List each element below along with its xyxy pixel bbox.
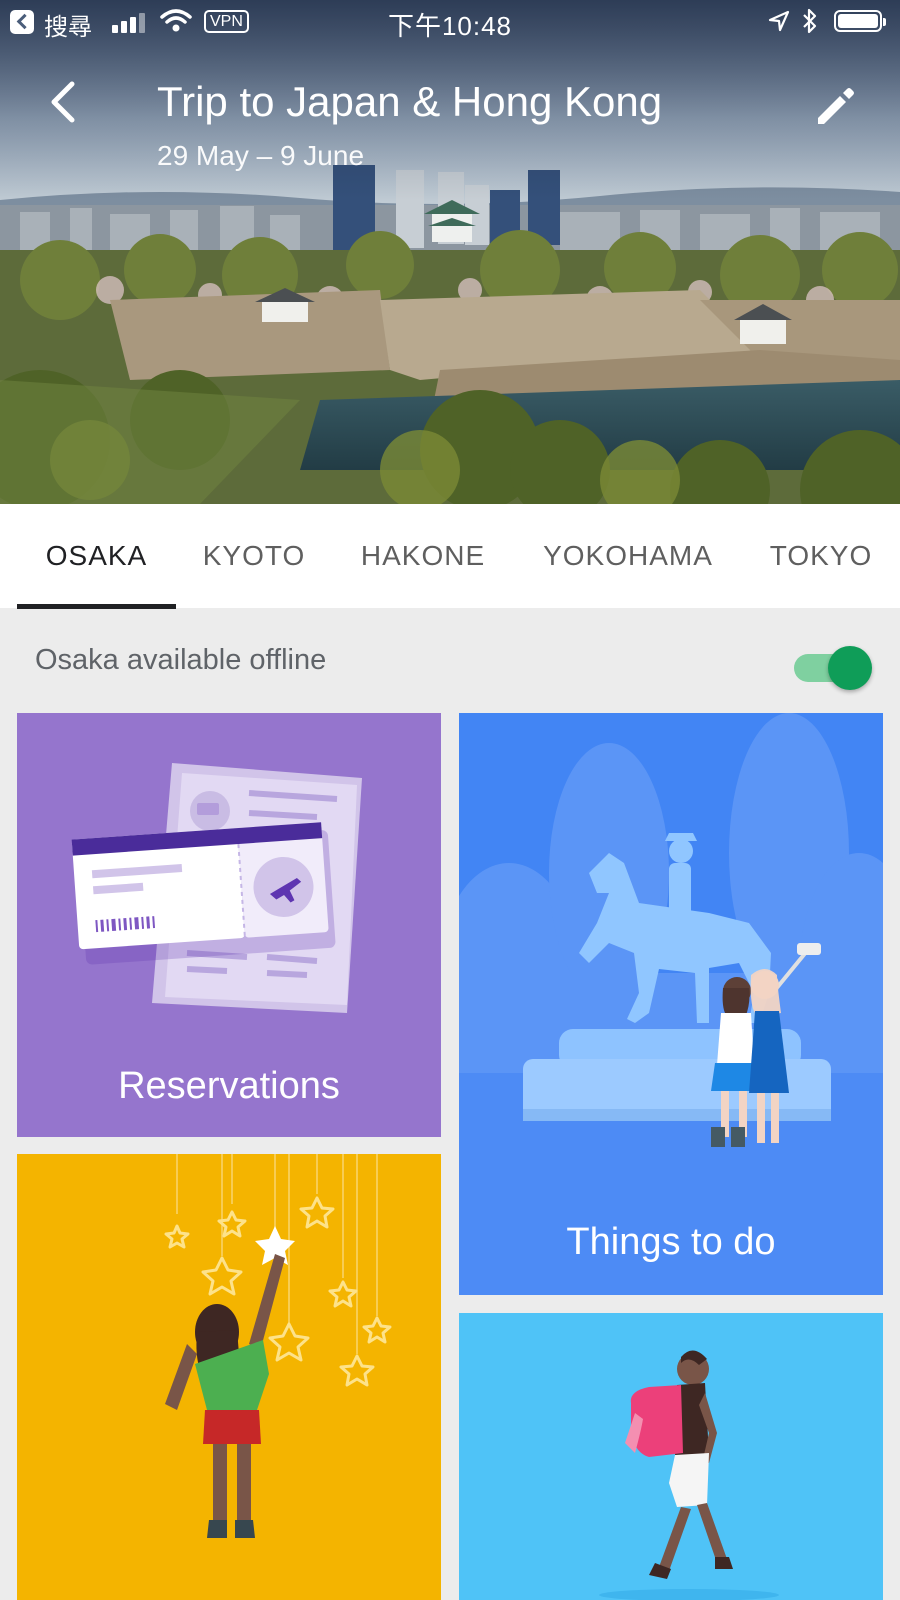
edit-pencil-icon[interactable] (812, 82, 860, 130)
things-to-do-label: Things to do (566, 1221, 776, 1263)
tab-hakone[interactable]: HAKONE (342, 504, 504, 608)
location-arrow-icon (768, 10, 790, 32)
bluetooth-icon (803, 8, 817, 34)
battery-icon (834, 10, 886, 32)
tab-tokyo[interactable]: TOKYO (754, 504, 888, 608)
statue-selfie-illustration (459, 713, 883, 1295)
star-reaching-illustration (164, 1154, 392, 1538)
tab-osaka[interactable]: OSAKA (17, 504, 176, 608)
back-arrow-icon[interactable] (44, 80, 84, 124)
city-tabs: OSAKA KYOTO HAKONE YOKOHAMA TOKYO (0, 504, 900, 609)
offline-label: Osaka available offline (35, 644, 327, 676)
backpacker-illustration (599, 1350, 779, 1600)
reservations-card[interactable]: Reservations (17, 713, 441, 1137)
saved-places-card[interactable] (17, 1154, 441, 1600)
things-to-do-card[interactable]: Things to do (459, 713, 883, 1295)
reservations-label: Reservations (118, 1065, 340, 1107)
status-time: 下午10:48 (387, 11, 513, 41)
trip-hero-header: 搜尋 VPN 下午10:48 Trip to Japan & Hong Kong… (0, 0, 900, 504)
tab-yokohama[interactable]: YOKOHAMA (522, 504, 734, 608)
status-bar: 搜尋 VPN 下午10:48 (0, 0, 900, 44)
trip-title: Trip to Japan & Hong Kong (157, 78, 663, 125)
tab-kyoto[interactable]: KYOTO (176, 504, 332, 608)
offline-setting-row: Osaka available offline (0, 608, 900, 708)
getting-around-card[interactable] (459, 1313, 883, 1600)
trip-dates: 29 May – 9 June (157, 140, 365, 171)
offline-toggle[interactable] (792, 646, 872, 690)
